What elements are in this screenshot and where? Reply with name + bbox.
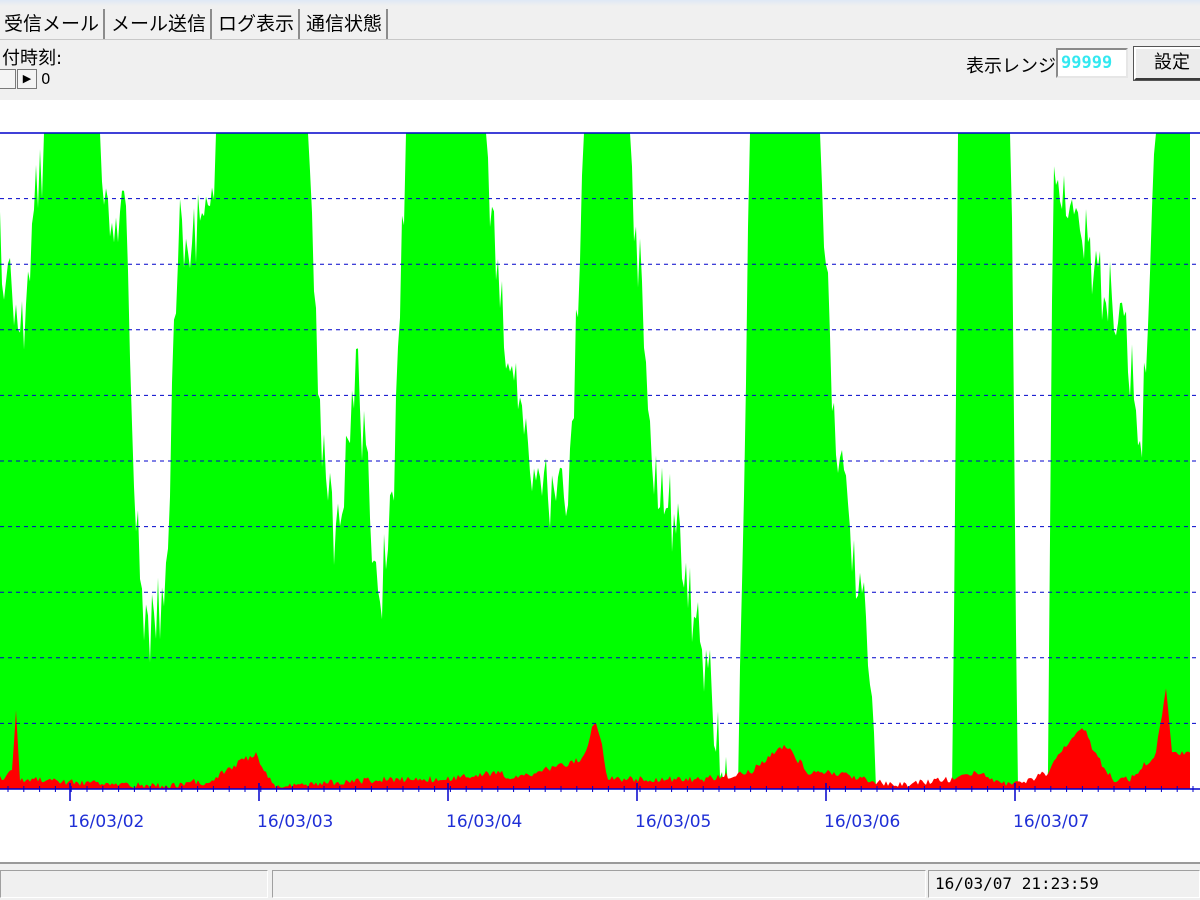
x-tick-label: 16/03/07 xyxy=(1013,812,1089,832)
traffic-chart-area: 16/03/02 16/03/03 16/03/04 16/03/05 16/03/06… xyxy=(0,100,1200,862)
x-axis-labels: 16/03/02 16/03/03 16/03/04 16/03/05 16/03/06… xyxy=(68,783,1089,832)
tab-send-mail[interactable]: メール送信 xyxy=(107,9,213,39)
display-range-label: 表示レンジ: xyxy=(966,56,1063,77)
window-top-edge xyxy=(0,0,1200,6)
date-time-label: 付時刻: xyxy=(2,48,63,69)
status-panel-1 xyxy=(0,870,268,898)
play-triangle-icon: ▶ xyxy=(22,72,32,85)
x-tick-label: 16/03/05 xyxy=(635,812,711,832)
tab-connection-status[interactable]: 通信状態 xyxy=(302,9,389,39)
traffic-chart: 16/03/02 16/03/03 16/03/04 16/03/05 16/03/06… xyxy=(0,132,1200,832)
display-range-input[interactable] xyxy=(1056,48,1128,78)
spin-value: 0 xyxy=(41,70,51,88)
x-tick-label: 16/03/03 xyxy=(257,812,333,832)
x-tick-label: 16/03/04 xyxy=(446,812,522,832)
spin-right-button[interactable]: ▶ xyxy=(17,69,37,89)
status-panel-2 xyxy=(272,870,926,898)
set-button[interactable]: 設定 xyxy=(1133,46,1200,81)
status-bar: 16/03/07 21:23:59 xyxy=(0,864,1200,900)
tab-log-view[interactable]: ログ表示 xyxy=(214,9,301,39)
x-tick-label: 16/03/06 xyxy=(824,812,900,832)
spin-left-button[interactable] xyxy=(0,69,16,89)
tab-received-mail[interactable]: 受信メール xyxy=(0,9,106,39)
tab-divider xyxy=(0,39,1200,40)
x-tick-label: 16/03/02 xyxy=(68,812,144,832)
tab-bar: 受信メール メール送信 ログ表示 通信状態 xyxy=(0,8,1200,40)
status-datetime: 16/03/07 21:23:59 xyxy=(928,870,1200,898)
